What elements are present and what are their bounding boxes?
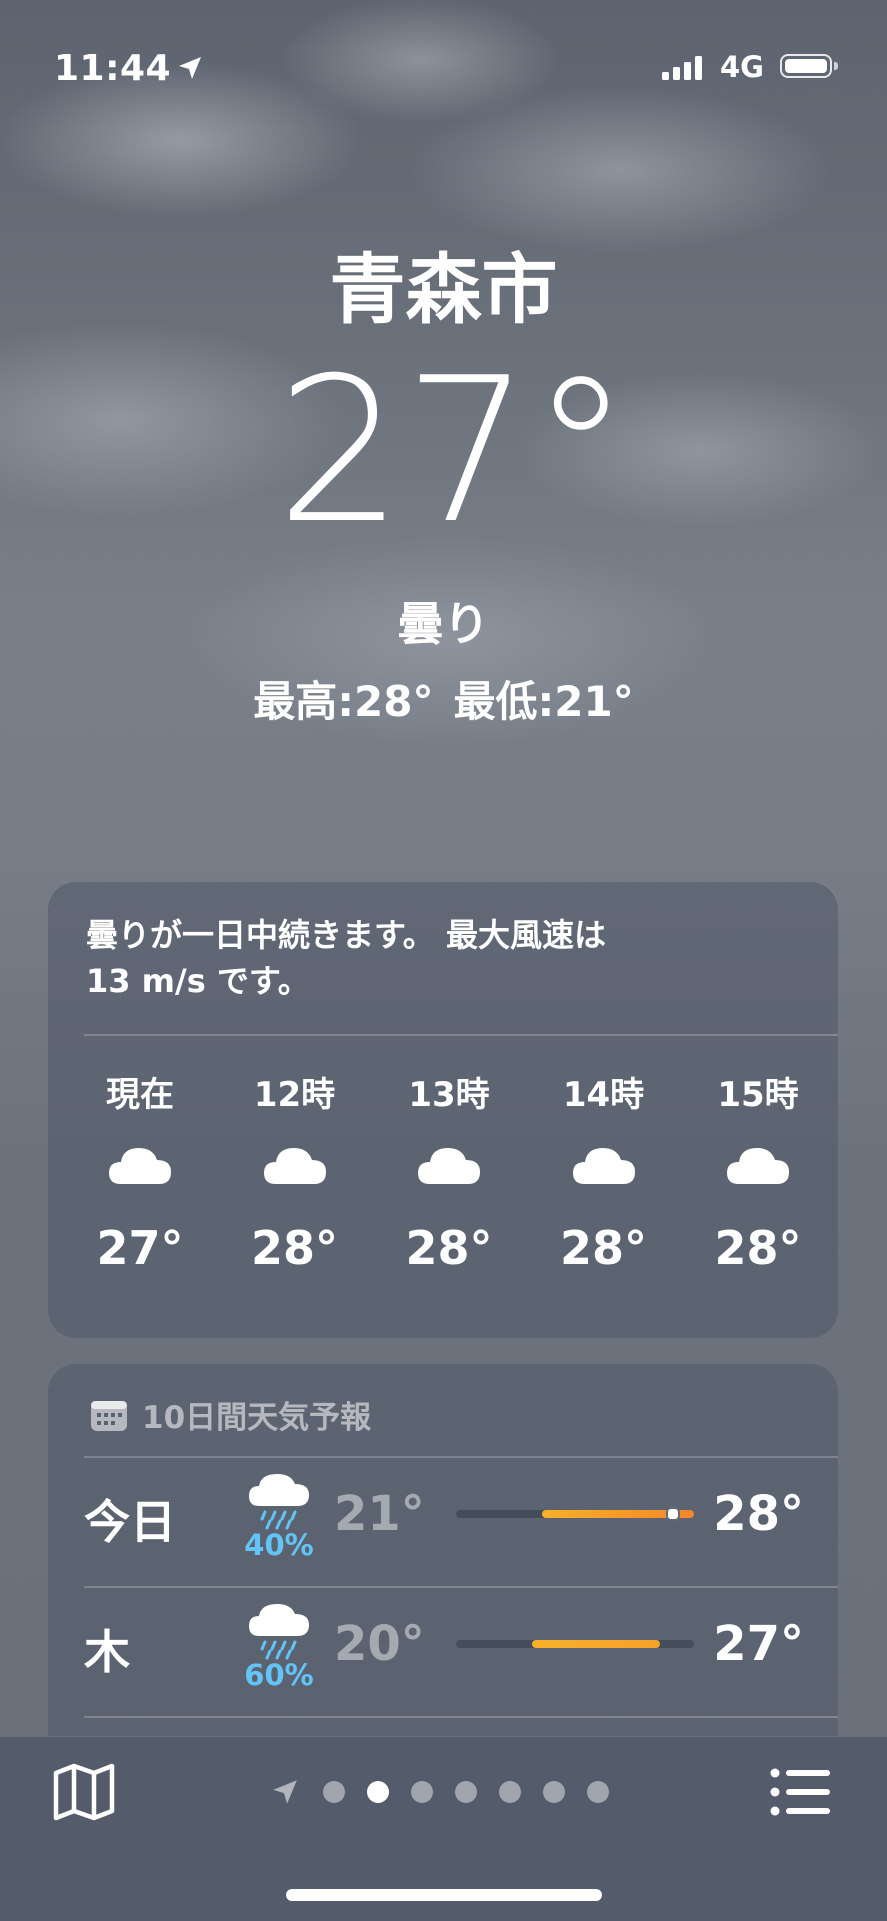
hour-temp: 28° [714, 1221, 802, 1275]
cloud-icon [572, 1148, 635, 1184]
bottom-toolbar [0, 1736, 887, 1921]
day-row-today[interactable]: 今日 40% 21° 28° [84, 1456, 804, 1586]
page-dot[interactable] [587, 1781, 609, 1803]
page-dot[interactable] [543, 1781, 565, 1803]
hour-temp: 28° [405, 1221, 493, 1275]
page-dot[interactable] [323, 1781, 345, 1803]
network-label: 4G [720, 50, 764, 84]
status-bar: 11:44 4G [0, 48, 887, 96]
hour-item: 15時 28° [702, 1067, 814, 1275]
hour-item: 12時 28° [239, 1067, 351, 1275]
battery-icon [780, 54, 838, 78]
status-time: 11:44 [54, 48, 172, 89]
low-temp: 20° [334, 1616, 425, 1672]
cloud-icon [109, 1148, 171, 1184]
summary-line-2: 13 m/s です。 [86, 962, 310, 1000]
temp-range-bar [456, 1640, 694, 1648]
hour-item: 14時 28° [548, 1067, 660, 1275]
low-temp: 21° [334, 1486, 425, 1542]
page-dot[interactable] [499, 1781, 521, 1803]
cloud-icon [263, 1148, 326, 1184]
map-icon[interactable] [52, 1763, 116, 1821]
hour-temp: 27° [96, 1221, 184, 1275]
cloud-icon [418, 1148, 480, 1184]
divider [84, 1716, 838, 1718]
city-name: 青森市 [329, 245, 558, 334]
hour-label: 14時 [562, 1075, 645, 1115]
high-temp: 27° [713, 1616, 804, 1672]
list-icon[interactable] [770, 1767, 832, 1817]
ten-day-title: 10日間天気予報 [142, 1400, 372, 1436]
high-low: 最高:28° 最低:21° [0, 668, 887, 729]
location-arrow-icon [273, 1780, 297, 1804]
high-temp: 最高:28° [253, 677, 434, 726]
day-name: 木 [84, 1625, 130, 1679]
hourly-list[interactable]: 現在 27° 12時 28° 13時 28° 14時 28° 15時 28° [84, 1067, 814, 1275]
cloud-rain-icon [249, 1474, 309, 1530]
divider [84, 1034, 838, 1036]
page-dot[interactable] [455, 1781, 477, 1803]
home-indicator [286, 1889, 602, 1901]
current-temp-marker [666, 1507, 680, 1521]
high-temp: 28° [713, 1486, 804, 1542]
temp-range-fill [532, 1640, 660, 1648]
hour-item: 現在 27° [84, 1067, 196, 1275]
hour-label: 15時 [717, 1075, 799, 1115]
page-dot-active[interactable] [367, 1781, 389, 1803]
cloud-rain-icon [249, 1604, 309, 1660]
cloud-icon [727, 1148, 789, 1184]
precip-chance: 60% [244, 1658, 314, 1692]
hour-label: 現在 [106, 1075, 174, 1115]
signal-icon [662, 56, 702, 80]
hour-label: 13時 [408, 1075, 490, 1115]
day-row-thu[interactable]: 木 60% 20° 27° [84, 1586, 804, 1716]
hour-temp: 28° [250, 1221, 338, 1275]
page-indicator[interactable] [270, 1777, 620, 1807]
day-name: 今日 [84, 1495, 176, 1549]
precip-chance: 40% [244, 1528, 314, 1562]
ten-day-header: 10日間天気予報 [90, 1392, 371, 1437]
hour-item: 13時 28° [393, 1067, 505, 1275]
summary-line-1: 曇りが一日中続きます。 最大風速は [86, 916, 606, 954]
current-temperature: 27° [276, 335, 631, 568]
forecast-summary: 曇りが一日中続きます。 最大風速は 13 m/s です。 [86, 912, 786, 1004]
ten-day-forecast-card[interactable]: 10日間天気予報 今日 40% 21° 28° 木 60% 20° 27° [48, 1364, 838, 1764]
hourly-forecast-card[interactable]: 曇りが一日中続きます。 最大風速は 13 m/s です。 現在 27° 12時 … [48, 882, 838, 1338]
calendar-icon [91, 1400, 127, 1431]
temp-range-bar [456, 1507, 694, 1521]
location-arrow-icon [179, 57, 201, 79]
low-temp: 最低:21° [453, 677, 634, 726]
hour-label: 12時 [253, 1075, 336, 1115]
current-condition: 曇り [397, 597, 490, 651]
page-dot[interactable] [411, 1781, 433, 1803]
hour-temp: 28° [559, 1221, 647, 1275]
